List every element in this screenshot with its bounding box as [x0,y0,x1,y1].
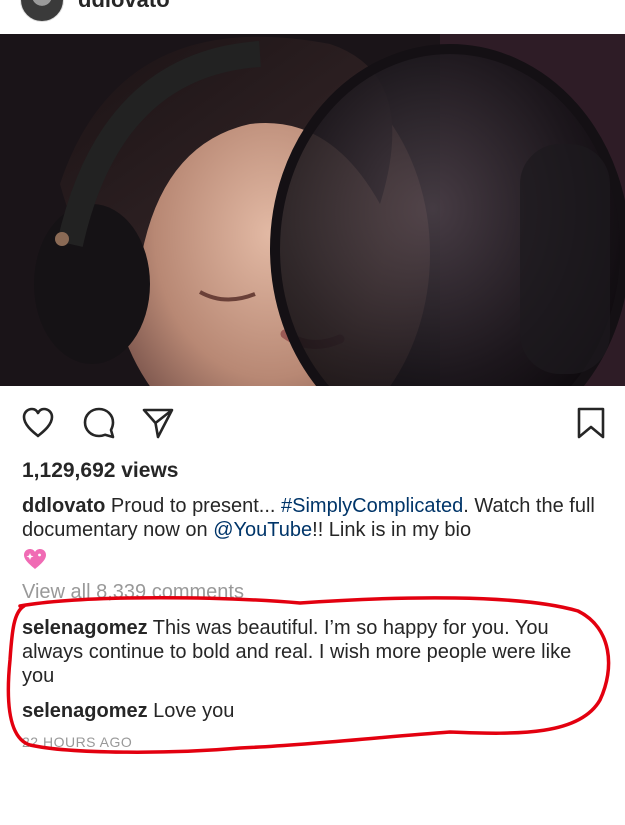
avatar[interactable] [20,0,64,22]
photo-illustration [0,34,625,386]
comment-item: selenagomez Love you [22,699,607,723]
caption-text-3: !! Link is in my bio [312,519,472,541]
post-actions [0,398,625,448]
post-username[interactable]: ddlovato [78,0,170,13]
caption-mention[interactable]: @YouTube [213,519,312,541]
comment-author[interactable]: selenagomez [22,700,148,722]
send-paper-plane-icon[interactable] [141,406,175,440]
caption-text-1: Proud to present... [105,495,281,517]
sparkling-pink-heart-icon [24,549,46,569]
comment-text: Love you [147,700,235,722]
view-count[interactable]: 1,129,692 views [22,459,178,483]
post-header: ddlovato [0,0,625,34]
caption-author[interactable]: ddlovato [22,495,105,517]
caption-hashtag[interactable]: #SimplyComplicated [281,495,463,517]
view-all-comments-link[interactable]: View all 8,339 comments [22,581,244,604]
post-timestamp: 22 HOURS AGO [22,734,133,750]
comment-author[interactable]: selenagomez [22,617,148,639]
comment-bubble-icon[interactable] [82,406,116,440]
heart-outline-icon[interactable] [21,406,55,440]
bookmark-icon[interactable] [574,406,608,440]
comment-item: selenagomez This was beautiful. I’m so h… [22,616,607,688]
post-photo[interactable] [0,34,625,386]
post-caption: ddlovato Proud to present... #SimplyComp… [22,494,607,571]
